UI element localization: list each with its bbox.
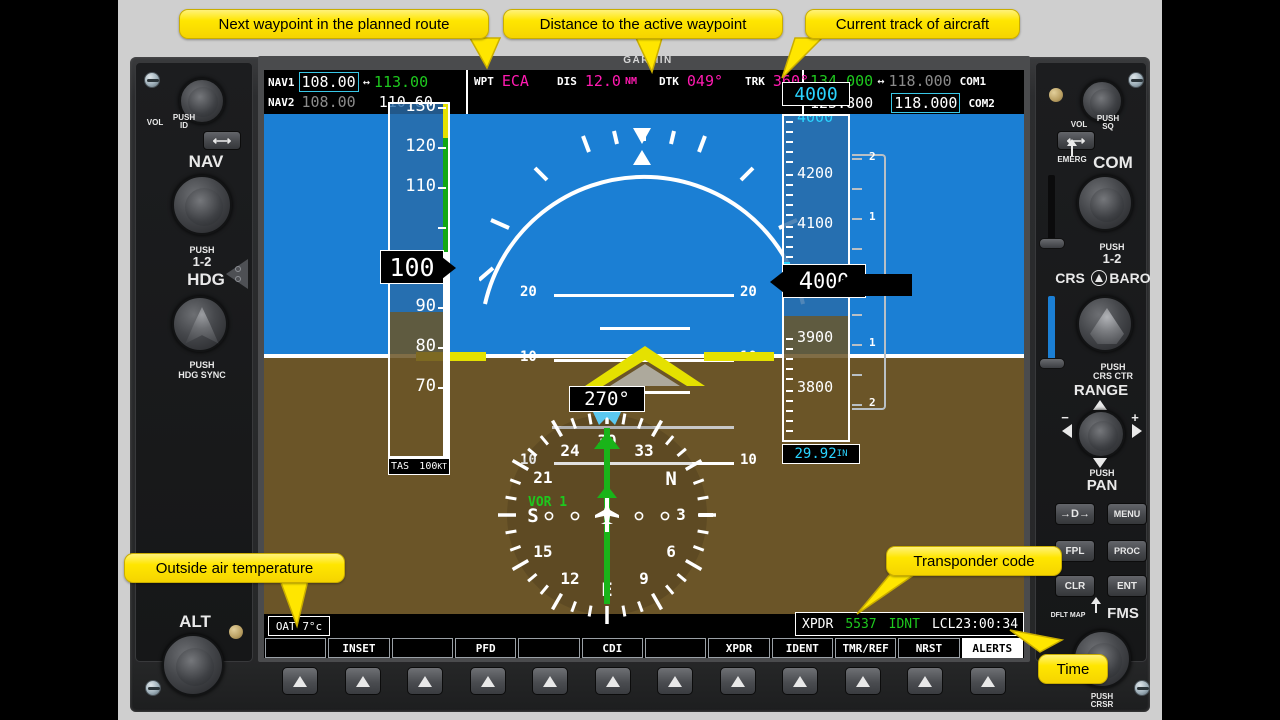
callout-time: Time (1038, 654, 1108, 684)
callout-track: Current track of aircraft (805, 9, 1020, 39)
callout-tails (278, 37, 1065, 653)
callout-next-waypoint: Next waypoint in the planned route (179, 9, 489, 39)
callout-xpdr: Transponder code (886, 546, 1062, 576)
screenshot-root: GARMIN VOL PUSH ID ⟷ NAV PUSH 1-2 HDG PU… (0, 0, 1280, 720)
callout-oat: Outside air temperature (124, 553, 345, 583)
callout-distance: Distance to the active waypoint (503, 9, 783, 39)
